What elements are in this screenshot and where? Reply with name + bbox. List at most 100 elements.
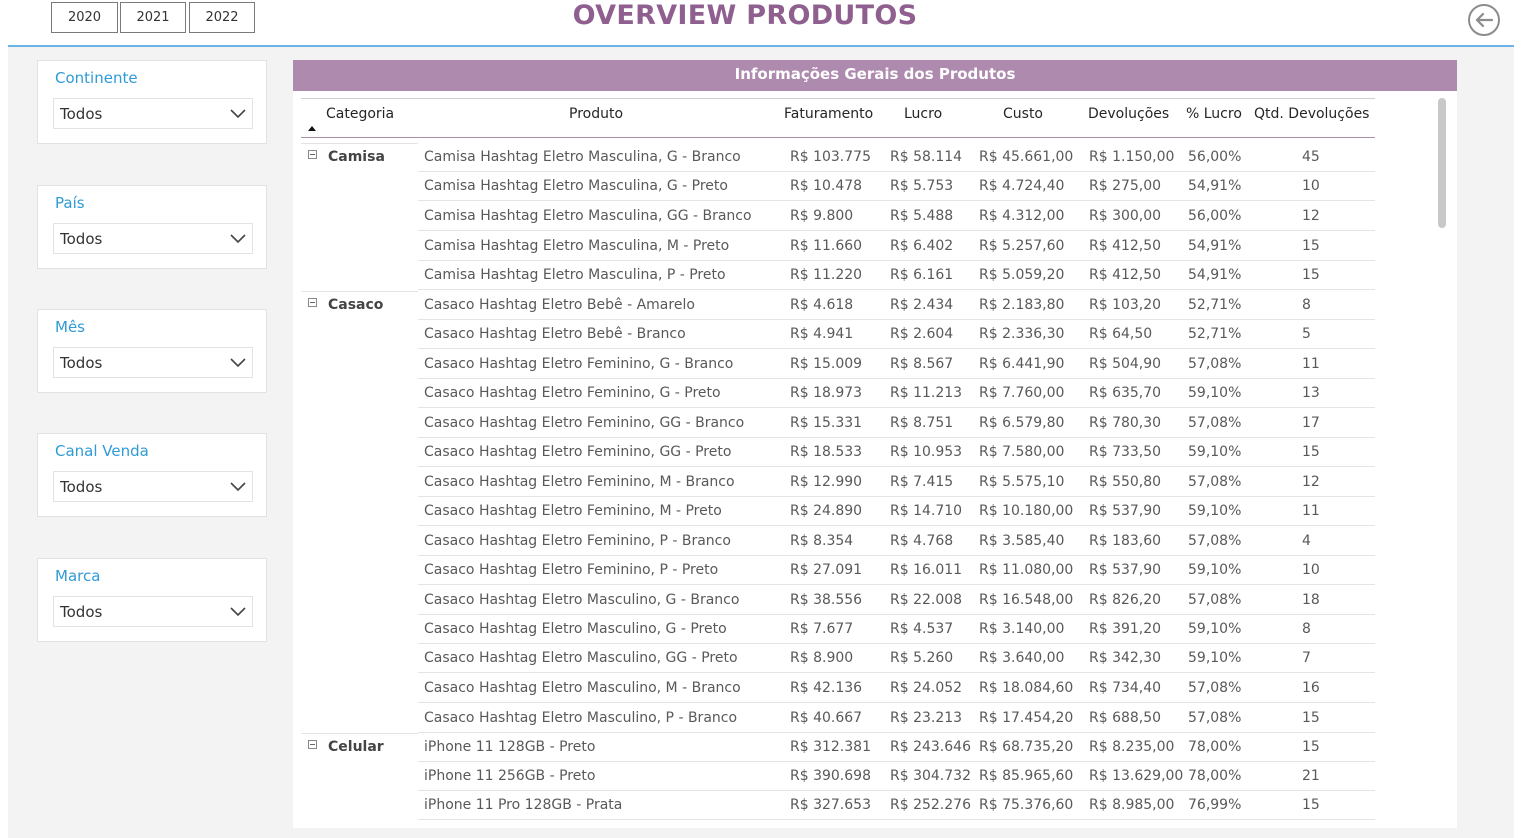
- custo-cell: R$ 3.140,00: [979, 621, 1065, 637]
- devolucoes-cell: R$ 780,30: [1089, 414, 1162, 431]
- column-header-faturamento[interactable]: Faturamento: [784, 106, 873, 122]
- filter-dropdown-canal-venda[interactable]: Todos: [53, 471, 253, 502]
- minus-square-icon[interactable]: [308, 297, 317, 307]
- minus-square-icon[interactable]: [308, 740, 317, 749]
- chevron-down-icon: [230, 234, 246, 244]
- qtd-devolucoes-cell: 15: [1302, 797, 1320, 813]
- table-row[interactable]: Casaco Hashtag Eletro Masculino, P - Bra…: [301, 704, 1375, 733]
- faturamento-cell: R$ 15.009: [790, 355, 863, 372]
- faturamento-cell: R$ 18.533: [790, 444, 863, 460]
- table-row[interactable]: Casaco Hashtag Eletro Bebê - Branco R$ 4.…: [301, 320, 1375, 349]
- sort-ascending-icon[interactable]: [308, 126, 316, 131]
- year-button-2020[interactable]: 2020: [51, 2, 118, 33]
- pct-lucro-cell: 59,10%: [1188, 503, 1242, 519]
- custo-cell: R$ 7.580,00: [979, 444, 1065, 460]
- qtd-devolucoes-cell: 15: [1302, 237, 1320, 254]
- lucro-cell: R$ 5.753: [890, 178, 954, 195]
- table-row[interactable]: Casaco Hashtag Eletro Feminino, GG - Pre…: [301, 438, 1375, 467]
- faturamento-cell: R$ 11.220: [790, 267, 863, 284]
- product-cell: Casaco Hashtag Eletro Masculino, G - Pre…: [424, 621, 727, 637]
- table-row[interactable]: Casaco Hashtag Eletro Masculino, G - Bra…: [301, 586, 1375, 615]
- faturamento-cell: R$ 8.900: [790, 650, 854, 667]
- lucro-cell: R$ 14.710: [890, 503, 963, 519]
- filter-dropdown-continente[interactable]: Todos: [53, 98, 253, 129]
- table-row[interactable]: Casaco Hashtag Eletro Feminino, GG - Bra…: [301, 409, 1375, 438]
- lucro-cell: R$ 8.751: [890, 414, 954, 431]
- devolucoes-cell: R$ 8.235,00: [1089, 739, 1175, 755]
- pct-lucro-cell: 52,71%: [1188, 325, 1242, 342]
- table-row[interactable]: Casaco Casaco Hashtag Eletro Bebê - Amare…: [301, 290, 1375, 320]
- filter-dropdown-pais[interactable]: Todos: [53, 223, 253, 254]
- product-cell: iPhone 11 128GB - Preto: [424, 739, 596, 755]
- table-row[interactable]: Casaco Hashtag Eletro Masculino, GG - Pr…: [301, 644, 1375, 674]
- column-header-produto[interactable]: Produto: [569, 106, 623, 122]
- table-row[interactable]: Celular iPhone 11 128GB - Preto R$ 312.381…: [301, 733, 1375, 762]
- filter-value: Todos: [60, 478, 103, 496]
- pct-lucro-cell: 59,10%: [1188, 621, 1242, 637]
- year-button-2021[interactable]: 2021: [120, 2, 186, 33]
- table-row[interactable]: Casaco Hashtag Eletro Feminino, P - Pret…: [301, 556, 1375, 585]
- year-button-2022[interactable]: 2022: [189, 2, 255, 33]
- product-cell: Casaco Hashtag Eletro Feminino, G - Bran…: [424, 355, 734, 372]
- lucro-cell: R$ 304.732: [890, 768, 971, 784]
- lucro-cell: R$ 22.008: [890, 591, 963, 608]
- table-scrollbar[interactable]: [1438, 98, 1446, 228]
- qtd-devolucoes-cell: 13: [1302, 385, 1320, 402]
- custo-cell: R$ 4.724,40: [979, 178, 1065, 195]
- table-row[interactable]: Casaco Hashtag Eletro Feminino, M - Bran…: [301, 468, 1375, 497]
- pct-lucro-cell: 57,08%: [1188, 679, 1242, 696]
- product-cell: Casaco Hashtag Eletro Feminino, GG - Bra…: [424, 414, 745, 431]
- pct-lucro-cell: 59,10%: [1188, 385, 1242, 402]
- column-header-custo[interactable]: Custo: [1003, 106, 1043, 122]
- filter-dropdown-marca[interactable]: Todos: [53, 596, 253, 627]
- table-row[interactable]: Casaco Hashtag Eletro Feminino, M - Pret…: [301, 497, 1375, 526]
- column-header-categoria[interactable]: Categoria: [326, 106, 394, 122]
- product-cell: Casaco Hashtag Eletro Masculino, G - Bra…: [424, 591, 740, 608]
- product-cell: Casaco Hashtag Eletro Feminino, P - Pret…: [424, 562, 719, 578]
- custo-cell: R$ 16.548,00: [979, 591, 1074, 608]
- column-header-pct-lucro[interactable]: % Lucro: [1186, 106, 1242, 122]
- minus-square-icon[interactable]: [308, 150, 317, 159]
- table-row[interactable]: Camisa Hashtag Eletro Masculina, G - Pre…: [301, 172, 1375, 202]
- table-row[interactable]: Casaco Hashtag Eletro Feminino, G - Pret…: [301, 379, 1375, 409]
- filter-label: Continente: [55, 69, 138, 87]
- product-cell: Casaco Hashtag Eletro Feminino, M - Pret…: [424, 503, 722, 519]
- custo-cell: R$ 3.640,00: [979, 650, 1065, 667]
- column-header-lucro[interactable]: Lucro: [904, 106, 942, 122]
- custo-cell: R$ 7.760,00: [979, 385, 1065, 402]
- arrow-left-circle-icon[interactable]: [1468, 4, 1500, 36]
- faturamento-cell: R$ 11.660: [790, 237, 863, 254]
- devolucoes-cell: R$ 734,40: [1089, 679, 1162, 696]
- chevron-down-icon: [230, 607, 246, 617]
- filter-dropdown-mes[interactable]: Todos: [53, 347, 253, 378]
- table-row[interactable]: Casaco Hashtag Eletro Feminino, P - Bran…: [301, 527, 1375, 556]
- custo-cell: R$ 10.180,00: [979, 503, 1074, 519]
- filter-label: Marca: [55, 567, 101, 585]
- table-row[interactable]: iPhone 11 Pro 128GB - Prata R$ 327.653 R$ …: [301, 791, 1375, 820]
- table-row[interactable]: Camisa Hashtag Eletro Masculina, GG - Br…: [301, 202, 1375, 232]
- faturamento-cell: R$ 327.653: [790, 797, 871, 813]
- table-row[interactable]: Camisa Hashtag Eletro Masculina, M - Pre…: [301, 232, 1375, 261]
- faturamento-cell: R$ 103.775: [790, 149, 871, 165]
- column-header-devolucoes[interactable]: Devoluções: [1088, 106, 1169, 122]
- table-row[interactable]: Casaco Hashtag Eletro Feminino, G - Bran…: [301, 350, 1375, 379]
- custo-cell: R$ 68.735,20: [979, 739, 1074, 755]
- lucro-cell: R$ 2.434: [890, 296, 954, 313]
- lucro-cell: R$ 5.488: [890, 208, 954, 225]
- filter-value: Todos: [60, 603, 103, 621]
- filter-continente: Continente Todos: [37, 60, 267, 144]
- pct-lucro-cell: 54,91%: [1188, 267, 1242, 284]
- filter-label: Mês: [55, 318, 85, 336]
- table-row[interactable]: Camisa Hashtag Eletro Masculina, P - Pre…: [301, 261, 1375, 291]
- qtd-devolucoes-cell: 11: [1302, 503, 1320, 519]
- lucro-cell: R$ 5.260: [890, 650, 954, 667]
- table-row[interactable]: iPhone 11 256GB - Preto R$ 390.698 R$ 304.…: [301, 762, 1375, 791]
- table-row[interactable]: Casaco Hashtag Eletro Masculino, M - Bra…: [301, 674, 1375, 703]
- column-header-qtd-devolucoes[interactable]: Qtd. Devoluções: [1254, 106, 1369, 122]
- faturamento-cell: R$ 8.354: [790, 532, 854, 549]
- pct-lucro-cell: 59,10%: [1188, 444, 1242, 460]
- table-row[interactable]: Casaco Hashtag Eletro Masculino, G - Pre…: [301, 615, 1375, 644]
- table-row[interactable]: Camisa Camisa Hashtag Eletro Masculina, G…: [301, 143, 1375, 172]
- custo-cell: R$ 85.965,60: [979, 768, 1074, 784]
- pct-lucro-cell: 57,08%: [1188, 709, 1242, 726]
